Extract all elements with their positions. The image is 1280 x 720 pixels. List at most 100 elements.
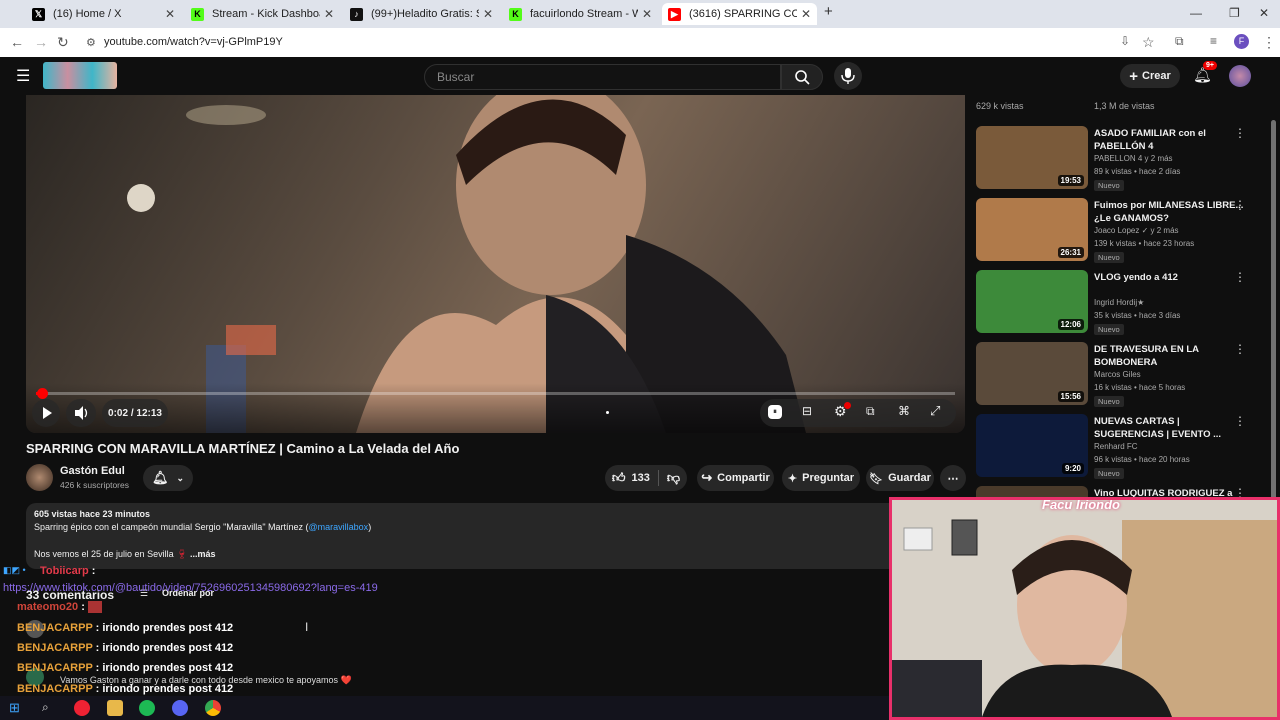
chat-username: BENJACARPP (17, 662, 93, 674)
close-tab-icon[interactable]: ✕ (642, 7, 652, 21)
close-tab-icon[interactable]: ✕ (801, 7, 811, 21)
close-tab-icon[interactable]: ✕ (165, 7, 175, 21)
video-thumbnail[interactable]: 26:31 (976, 198, 1088, 261)
recommendation-title[interactable]: Fuimos por MILANESAS LIBRE... ¿Le GANAMO… (1094, 199, 1246, 225)
video-thumbnail[interactable]: 12:06 (976, 270, 1088, 333)
browser-tab-tiktok[interactable]: ♪ (99+)Heladito Gratis: Sabor a M ✕ (344, 3, 499, 25)
webcam-feed-image (892, 500, 1277, 717)
browser-tab-x[interactable]: 𝕏 (16) Home / X ✕ (26, 3, 181, 25)
recommendation-card[interactable]: 12:06 VLOG yendo a 412 Ingrid Hordij★ 35 k … (976, 270, 1266, 335)
mention-link[interactable]: @maravillabox (309, 522, 369, 532)
video-thumbnail[interactable]: 15:56 (976, 342, 1088, 405)
channel-name[interactable]: Gastón Edul (60, 465, 125, 477)
browser-menu-icon[interactable]: ⋮ (1262, 34, 1276, 51)
search-button[interactable] (781, 64, 823, 90)
url-field[interactable]: youtube.com/watch?v=vj-GPlmP19Y (104, 36, 283, 48)
browser-tab-kick-stream[interactable]: K facuirlondo Stream - Watch Li ✕ (503, 3, 658, 25)
streamer-name-overlay: Facu Iriondo (1042, 497, 1120, 512)
recommendation-card[interactable]: 9:20 NUEVAS CARTAS | SUGERENCIAS | EVENTO… (976, 414, 1266, 479)
close-tab-icon[interactable]: ✕ (483, 7, 493, 21)
save-button[interactable]: 🔖︎ Guardar (866, 465, 934, 491)
close-window-icon[interactable]: ✕ (1259, 6, 1269, 20)
recording-app-icon[interactable] (74, 700, 90, 716)
new-badge: Nuevo (1094, 468, 1124, 479)
like-button[interactable]: 👍︎ 133 (612, 470, 650, 486)
recommendation-card[interactable]: 26:31 Fuimos por MILANESAS LIBRE... ¿Le G… (976, 198, 1266, 263)
windows-start-icon[interactable]: ⊞ (9, 700, 25, 716)
install-app-icon[interactable]: ⇩ (1120, 34, 1130, 48)
progress-scrubber[interactable] (36, 388, 48, 399)
cast-icon[interactable]: ⌘ (898, 404, 910, 418)
tab-title: (3616) SPARRING CON MARAV (689, 8, 797, 20)
progress-bar[interactable] (36, 388, 955, 399)
share-button[interactable]: ↪ Compartir (697, 465, 774, 491)
play-button[interactable] (32, 399, 60, 427)
youtube-doodle-logo[interactable] (43, 62, 117, 89)
recommendation-card[interactable]: 19:53 ASADO FAMILIAR con el PABELLÓN 4 PAB… (976, 126, 1266, 191)
spotify-icon[interactable] (139, 700, 155, 716)
more-options-icon[interactable]: ⋮ (1234, 342, 1246, 356)
profile-avatar[interactable]: F (1234, 34, 1249, 49)
more-options-icon[interactable]: ⋮ (1234, 126, 1246, 140)
reading-list-icon[interactable]: ≡ (1210, 34, 1217, 48)
taskbar-search-icon[interactable]: ⌕ (42, 700, 58, 716)
recommendation-meta: 96 k vistas • hace 20 horas (1094, 455, 1190, 464)
recommendation-card[interactable]: 15:56 DE TRAVESURA EN LA BOMBONERA Marcos … (976, 342, 1266, 407)
ask-button[interactable]: ✦ Preguntar (782, 465, 860, 491)
file-explorer-icon[interactable] (107, 700, 123, 716)
hamburger-menu-icon[interactable]: ☰ (16, 66, 30, 86)
recommendation-title[interactable]: ASADO FAMILIAR con el PABELLÓN 4 (1094, 127, 1246, 153)
recommendation-title[interactable]: DE TRAVESURA EN LA BOMBONERA (1094, 343, 1246, 369)
more-options-icon[interactable]: ⋮ (1234, 414, 1246, 428)
create-button[interactable]: + Crear (1120, 64, 1180, 88)
video-player[interactable]: 0:02 / 12:13 ⏸ ⊟ ⚙ ⧉ ⌘ ⤢ (26, 95, 965, 433)
site-settings-icon[interactable]: ⚙ (86, 36, 96, 49)
account-avatar[interactable] (1229, 65, 1251, 87)
browser-tab-kick-dashboard[interactable]: K Stream - Kick Dashboard ✕ (185, 3, 340, 25)
extensions-icon[interactable]: ⧉ (1175, 34, 1184, 49)
show-more-link[interactable]: ...más (190, 549, 216, 559)
microphone-icon (841, 68, 855, 84)
channel-avatar[interactable] (26, 464, 53, 491)
forward-icon[interactable]: → (34, 34, 48, 50)
kick-logo-icon: K (191, 7, 204, 21)
recommendation-channel[interactable]: Renhard FC (1094, 442, 1138, 451)
recommendation-channel[interactable]: Marcos Giles (1094, 370, 1141, 379)
chrome-icon[interactable] (205, 700, 221, 716)
more-actions-button[interactable]: ⋯ (940, 465, 966, 491)
maximize-icon[interactable]: ❐ (1229, 6, 1240, 20)
miniplayer-icon[interactable]: ⧉ (866, 404, 875, 419)
video-thumbnail[interactable]: 9:20 (976, 414, 1088, 477)
dislike-button[interactable]: 👎︎ (667, 470, 680, 486)
chat-link[interactable]: https://www.tiktok.com/@bautido/video/75… (3, 582, 378, 594)
webcam-overlay: Facu Iriondo (889, 497, 1280, 720)
recommendation-title[interactable]: VLOG yendo a 412 (1094, 271, 1246, 284)
bookmark-star-icon[interactable]: ☆ (1142, 34, 1155, 51)
reload-icon[interactable]: ↻ (57, 34, 69, 51)
video-thumbnail[interactable]: 19:53 (976, 126, 1088, 189)
new-tab-icon[interactable]: + (824, 3, 833, 20)
discord-icon[interactable] (172, 700, 188, 716)
search-input[interactable]: Buscar (424, 64, 781, 90)
recommendation-channel[interactable]: PABELLON 4 y 2 más (1094, 154, 1173, 163)
voice-search-button[interactable] (834, 62, 862, 90)
volume-button[interactable] (66, 399, 96, 427)
minimize-icon[interactable]: — (1190, 6, 1202, 20)
close-tab-icon[interactable]: ✕ (324, 7, 334, 21)
recommendation-channel[interactable]: Joaco Lopez ✓ y 2 más (1094, 226, 1179, 235)
subtitles-icon[interactable]: ⊟ (802, 404, 812, 418)
more-options-icon[interactable]: ⋮ (1234, 198, 1246, 212)
description-text: Nos vemos el 25 de julio en Sevilla (34, 549, 174, 559)
browser-tab-youtube[interactable]: ▶ (3616) SPARRING CON MARAV ✕ (662, 3, 817, 25)
subscription-bell-button[interactable]: 🔔︎ ⌄ (143, 465, 193, 491)
back-icon[interactable]: ← (10, 34, 24, 50)
sidebar-scrollbar[interactable] (1271, 120, 1276, 510)
more-options-icon[interactable]: ⋮ (1234, 270, 1246, 284)
description-box[interactable]: 605 vistas hace 23 minutos Sparring épic… (26, 503, 966, 569)
bookmark-icon: 🔖︎ (869, 472, 884, 485)
recommendation-title[interactable]: NUEVAS CARTAS | SUGERENCIAS | EVENTO ... (1094, 415, 1246, 441)
duration-badge: 12:06 (1057, 319, 1084, 330)
recommendation-channel[interactable]: Ingrid Hordij★ (1094, 298, 1144, 307)
autoplay-toggle-icon[interactable]: ⏸ (768, 405, 782, 419)
fullscreen-icon[interactable]: ⤢ (930, 403, 940, 419)
